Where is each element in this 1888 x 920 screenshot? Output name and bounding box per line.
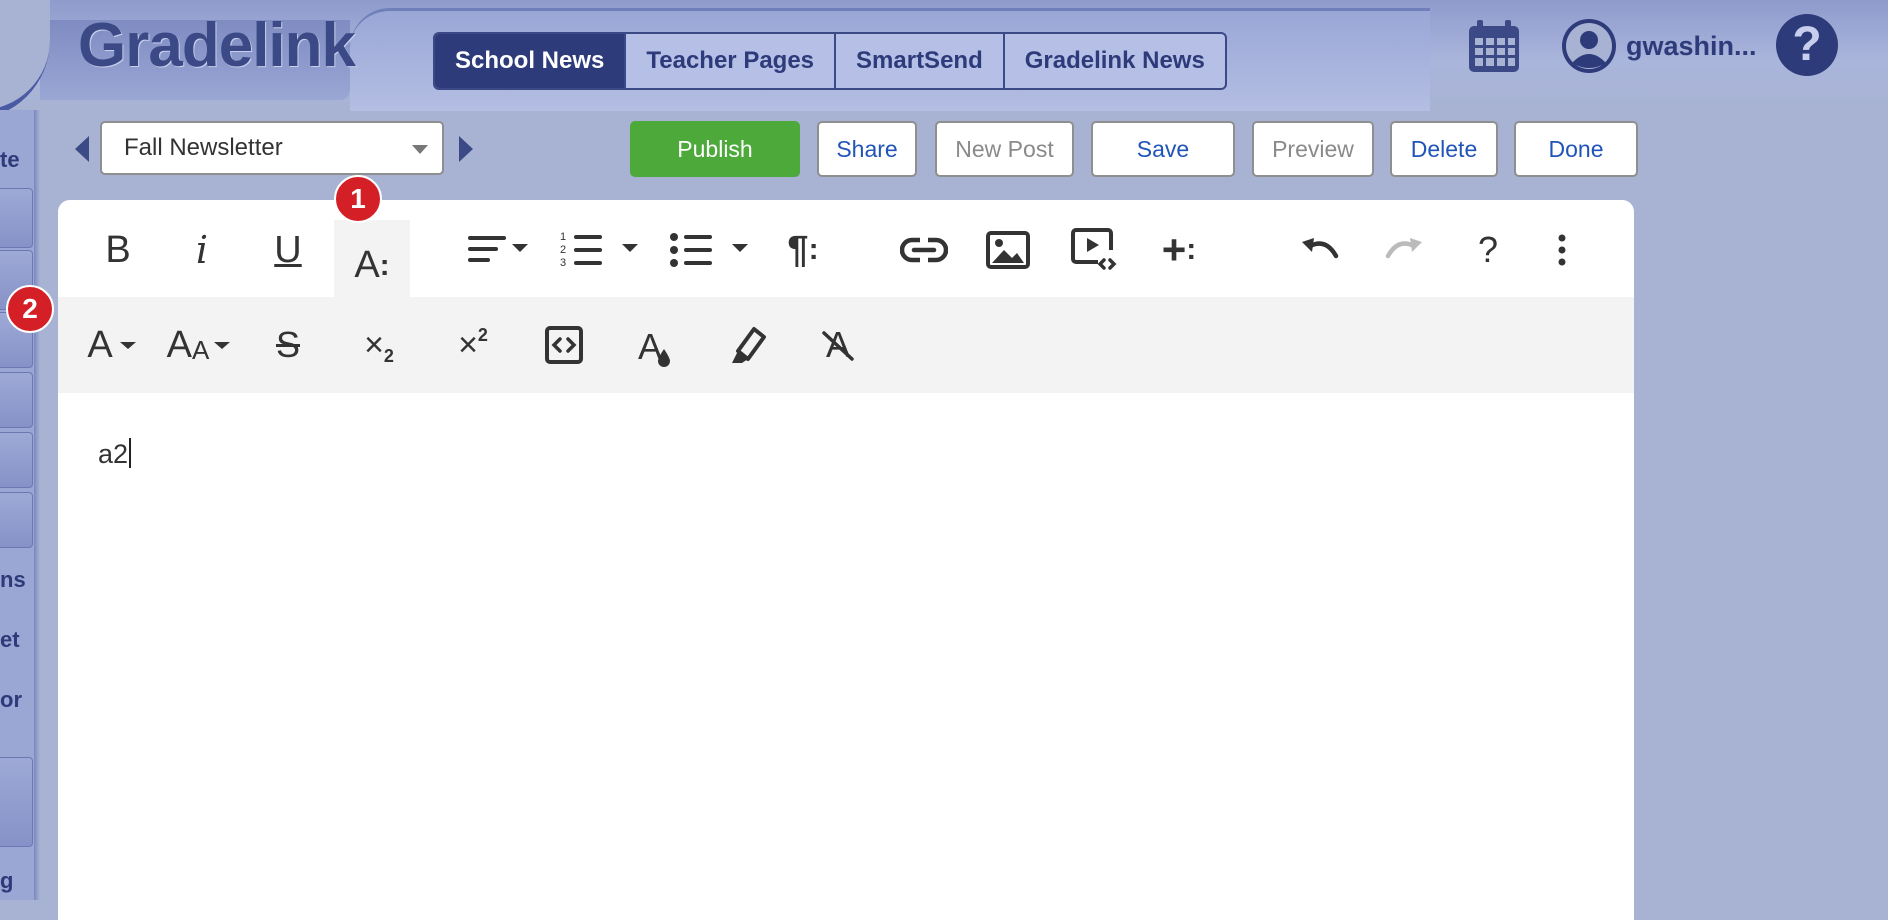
- sidebar-button[interactable]: [0, 757, 33, 847]
- unordered-list-icon[interactable]: [668, 228, 758, 272]
- text-color-icon[interactable]: A: [630, 321, 680, 373]
- tab-gradelink-news[interactable]: Gradelink News: [1005, 34, 1225, 88]
- font-family-icon[interactable]: A: [80, 321, 144, 369]
- sidebar-label: ns: [0, 567, 26, 592]
- svg-text:3: 3: [560, 257, 566, 269]
- inline-code-icon[interactable]: [542, 323, 586, 367]
- ordered-list-icon[interactable]: 123: [558, 228, 648, 272]
- sidebar-button[interactable]: [0, 372, 33, 428]
- share-button[interactable]: Share: [817, 121, 917, 177]
- italic-icon[interactable]: i: [180, 228, 224, 272]
- link-icon[interactable]: [900, 230, 948, 270]
- superscript-icon[interactable]: × 2: [448, 321, 498, 369]
- calendar-icon[interactable]: [1466, 18, 1522, 74]
- step-badge-2: 2: [6, 285, 54, 333]
- help-icon[interactable]: ?: [1468, 226, 1508, 274]
- video-icon[interactable]: [1068, 224, 1118, 274]
- save-button[interactable]: Save: [1091, 121, 1235, 177]
- bold-icon[interactable]: B: [96, 228, 140, 272]
- sidebar-button[interactable]: [0, 188, 33, 248]
- new-post-button[interactable]: New Post: [935, 121, 1074, 177]
- publish-button[interactable]: Publish: [630, 121, 800, 177]
- image-icon[interactable]: [984, 228, 1032, 272]
- sidebar-label: te: [0, 147, 20, 172]
- username: gwashin...: [1626, 30, 1757, 61]
- clear-format-icon[interactable]: A: [814, 321, 862, 369]
- user-avatar-icon: [1562, 19, 1616, 73]
- previous-post-arrow-icon[interactable]: [75, 136, 89, 162]
- post-select-value: Fall Newsletter: [124, 134, 283, 161]
- sidebar-button[interactable]: [0, 492, 33, 548]
- svg-text:2: 2: [560, 244, 566, 256]
- post-select[interactable]: Fall Newsletter: [100, 121, 444, 175]
- tab-smartsend[interactable]: SmartSend: [836, 34, 1005, 88]
- sidebar-button[interactable]: [0, 432, 33, 488]
- editor-toolbar-main: B i U A : 123 ¶ : +: ?: [58, 200, 1634, 297]
- undo-icon[interactable]: [1298, 230, 1342, 270]
- delete-button[interactable]: Delete: [1390, 121, 1498, 177]
- align-icon[interactable]: [466, 230, 532, 270]
- font-size-icon[interactable]: A A: [164, 321, 234, 369]
- strikethrough-icon[interactable]: S: [264, 321, 312, 369]
- highlight-icon[interactable]: [722, 321, 770, 369]
- user-menu[interactable]: gwashin...: [1560, 16, 1757, 76]
- next-post-arrow-icon[interactable]: [459, 136, 473, 162]
- editor-toolbar-more-text: A A A S × 2 × 2 A A: [58, 297, 1634, 393]
- svg-text:1: 1: [560, 231, 566, 243]
- subscript-icon[interactable]: × 2: [354, 321, 404, 369]
- chevron-down-icon: [412, 145, 428, 154]
- main-nav: School News Teacher Pages SmartSend Grad…: [433, 32, 1227, 90]
- app-header: Gradelink School News Teacher Pages Smar…: [0, 0, 1888, 120]
- step-badge-1: 1: [334, 175, 382, 223]
- preview-button[interactable]: Preview: [1252, 121, 1374, 177]
- underline-icon[interactable]: U: [266, 226, 310, 274]
- sidebar-label: or: [0, 687, 22, 712]
- more-vertical-icon[interactable]: [1550, 226, 1574, 274]
- insert-more-icon[interactable]: + :: [1152, 226, 1206, 274]
- tab-school-news[interactable]: School News: [435, 34, 627, 88]
- text-cursor: [129, 438, 132, 468]
- help-icon[interactable]: ?: [1776, 14, 1838, 76]
- done-button[interactable]: Done: [1514, 121, 1638, 177]
- app-logo[interactable]: Gradelink: [78, 10, 356, 81]
- redo-icon[interactable]: [1382, 230, 1426, 270]
- sidebar-label: et: [0, 627, 20, 652]
- sidebar-label: g: [0, 868, 14, 893]
- tab-teacher-pages[interactable]: Teacher Pages: [626, 34, 837, 88]
- paragraph-format-icon[interactable]: ¶ :: [778, 226, 828, 274]
- editor-text: a2: [98, 439, 129, 469]
- editor-content[interactable]: a2: [98, 438, 132, 470]
- rich-text-editor: B i U A : 123 ¶ : +: ? A A A S × 2 × 2 …: [58, 200, 1634, 920]
- text-format-more-icon[interactable]: A :: [334, 220, 410, 297]
